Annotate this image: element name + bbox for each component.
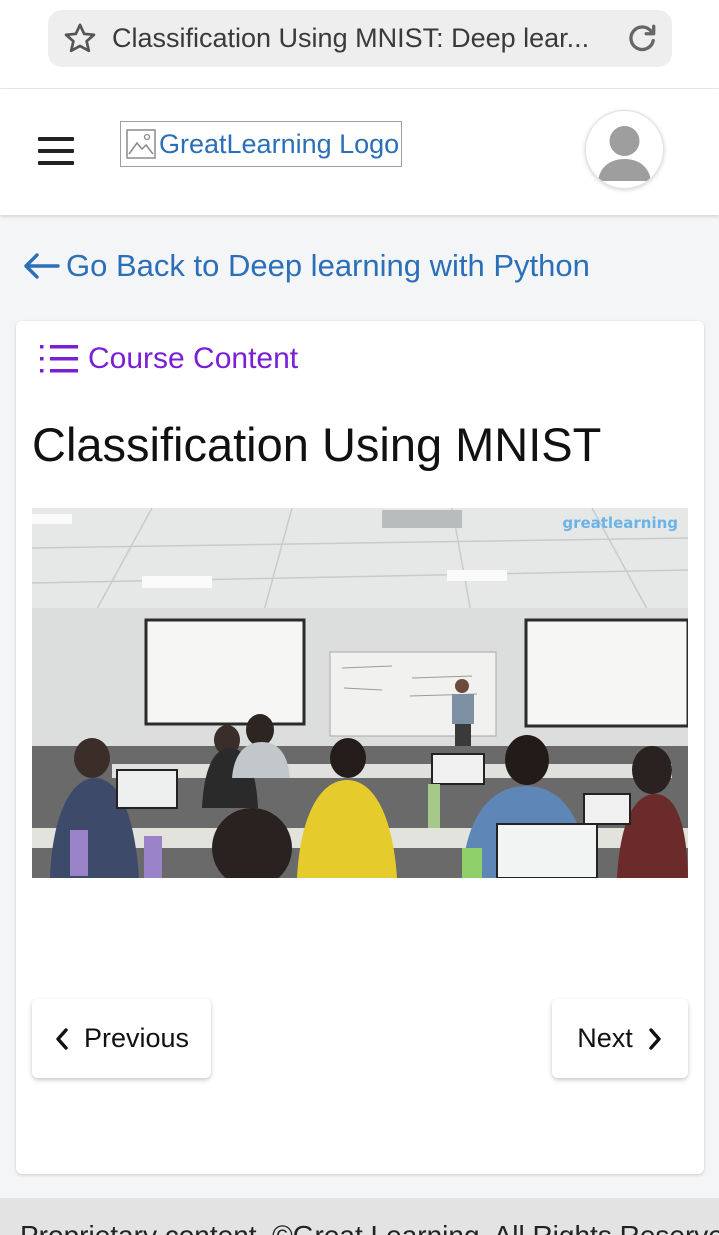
hamburger-menu-icon[interactable] <box>38 137 74 165</box>
footer-copyright: Proprietary content. ©Great Learning. Al… <box>20 1220 719 1235</box>
chevron-right-icon <box>649 1027 661 1050</box>
page-title-in-address-bar: Classification Using MNIST: Deep lear... <box>112 23 590 53</box>
next-button-label: Next <box>577 1023 633 1053</box>
previous-button-label: Previous <box>83 1023 190 1053</box>
site-header: GreatLearning Logo <box>0 89 719 215</box>
previous-button[interactable]: Previous <box>32 999 211 1078</box>
user-avatar-icon[interactable] <box>585 110 664 189</box>
next-button[interactable]: Next <box>552 999 688 1078</box>
classroom-video-thumbnail <box>32 508 688 878</box>
reload-icon[interactable] <box>624 21 660 57</box>
video-watermark: greatlearning <box>562 514 678 532</box>
back-to-course-link[interactable]: Go Back to Deep learning with Python <box>22 244 590 288</box>
lesson-card: Course Content Classification Using MNIS… <box>16 321 704 1174</box>
site-footer: Proprietary content. ©Great Learning. Al… <box>0 1198 719 1235</box>
arrow-left-icon <box>24 253 60 279</box>
course-content-label: Course Content <box>88 342 299 375</box>
list-icon <box>40 345 78 373</box>
broken-image-icon <box>126 129 156 159</box>
chevron-left-icon <box>56 1027 68 1050</box>
site-logo[interactable]: GreatLearning Logo <box>120 121 402 167</box>
star-outline-icon[interactable] <box>62 21 98 57</box>
address-bar[interactable]: Classification Using MNIST: Deep lear... <box>48 10 672 67</box>
course-content-toggle[interactable]: Course Content <box>38 339 298 379</box>
back-link-label: Go Back to Deep learning with Python <box>66 248 590 283</box>
lesson-title: Classification Using MNIST <box>32 418 602 471</box>
logo-alt-text: GreatLearning Logo <box>159 128 400 159</box>
lesson-video[interactable]: greatlearning <box>32 508 688 878</box>
browser-toolbar: Classification Using MNIST: Deep lear... <box>0 0 719 89</box>
